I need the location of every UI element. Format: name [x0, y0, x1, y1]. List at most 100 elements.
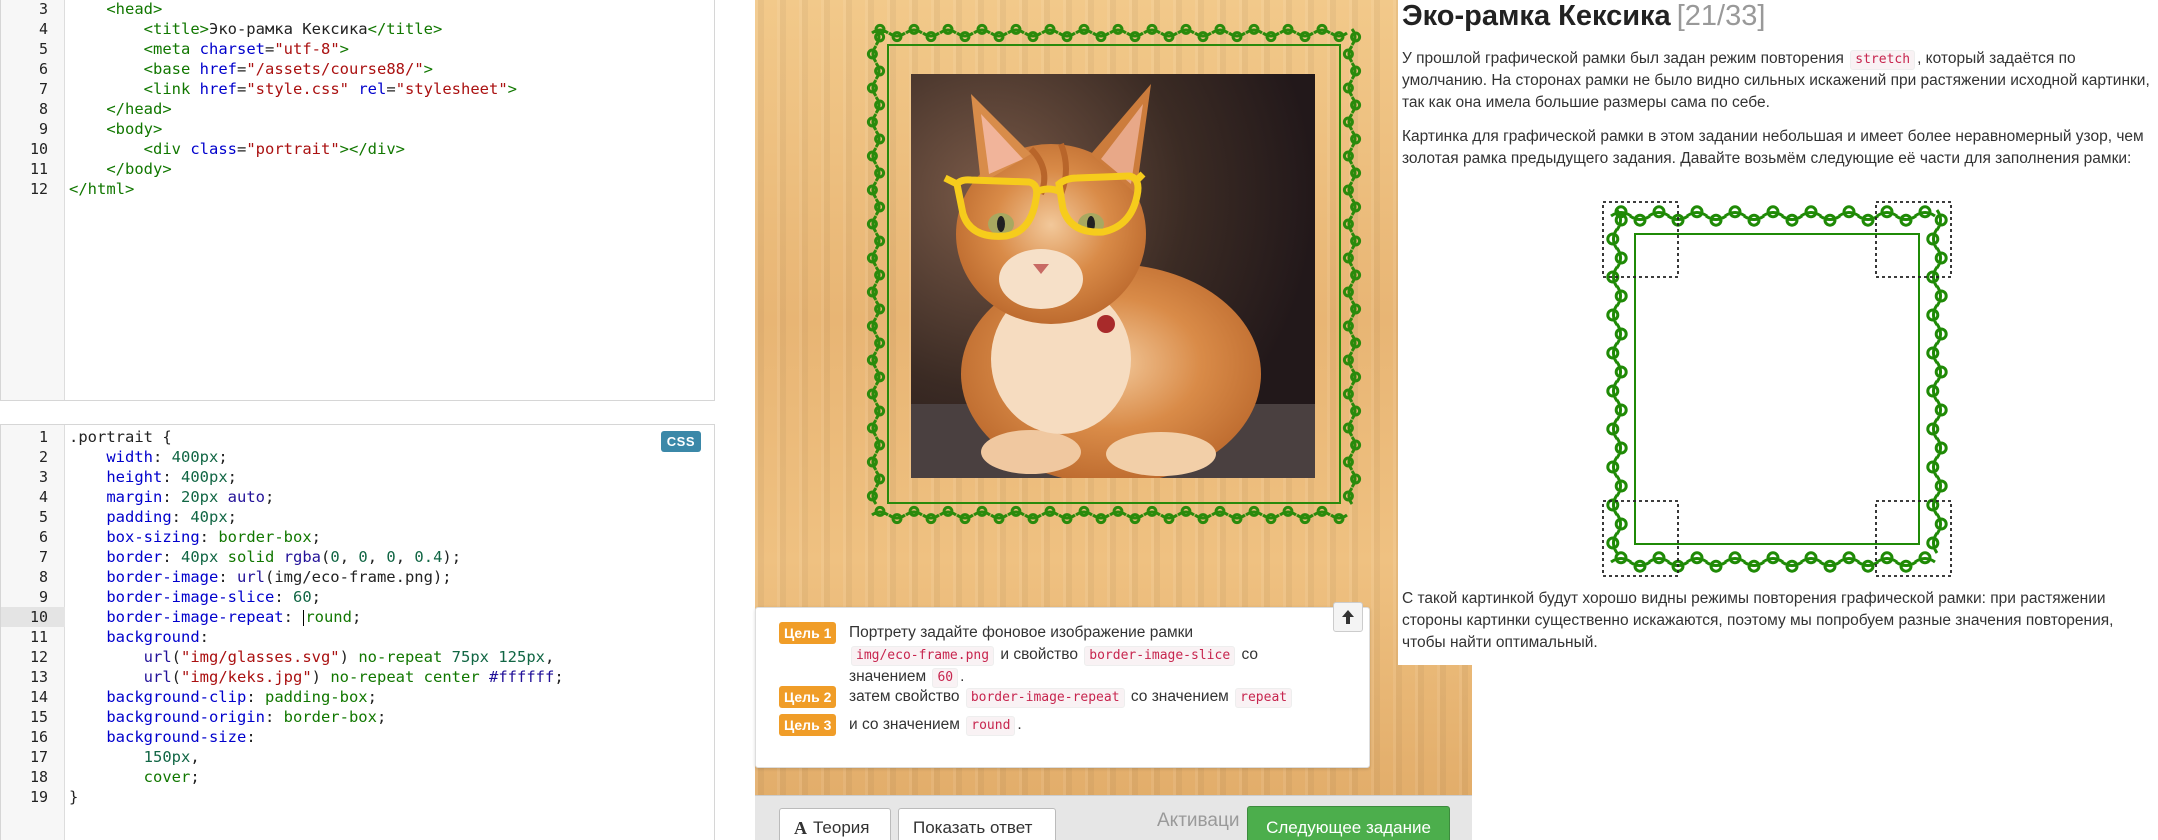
line-number: 7: [38, 548, 48, 566]
line-code[interactable]: <body>: [69, 119, 162, 139]
line-code[interactable]: width: 400px;: [69, 447, 227, 467]
goal-text: Портрету задайте фоновое изображение рам…: [849, 622, 1314, 688]
line-code[interactable]: </html>: [69, 179, 134, 199]
line-code[interactable]: border: 40px solid rgba(0, 0, 0, 0.4);: [69, 547, 461, 567]
line-code[interactable]: }: [69, 787, 78, 807]
line-code[interactable]: </head>: [69, 99, 171, 119]
line-code[interactable]: cover;: [69, 767, 200, 787]
code-line[interactable]: 5 padding: 40px;: [1, 507, 714, 527]
line-number: 18: [29, 768, 48, 786]
code-line[interactable]: 9 border-image-slice: 60;: [1, 587, 714, 607]
code-line[interactable]: 7 <link href="style.css" rel="stylesheet…: [1, 79, 714, 99]
line-number: 8: [38, 568, 48, 586]
lesson-counter: [21/33]: [1676, 0, 1766, 32]
line-code[interactable]: background-size:: [69, 727, 255, 747]
line-number: 3: [38, 468, 48, 486]
goal-code: repeat: [1235, 688, 1293, 708]
description-paragraph-1: У прошлой графической рамки был задан ре…: [1402, 48, 2154, 114]
line-number: 16: [29, 728, 48, 746]
lesson-title: Эко-рамка Кексика [21/33]: [1402, 0, 1765, 32]
code-line[interactable]: 10 <div class="portrait"></div>: [1, 139, 714, 159]
line-code[interactable]: url("img/glasses.svg") no-repeat 75px 12…: [69, 647, 555, 667]
goal-text: и со значением round.: [849, 714, 1314, 736]
code-line[interactable]: 6 box-sizing: border-box;: [1, 527, 714, 547]
line-number: 10: [1, 607, 65, 627]
code-line[interactable]: 5 <meta charset="utf-8">: [1, 39, 714, 59]
line-code[interactable]: box-sizing: border-box;: [69, 527, 321, 547]
line-number: 12: [29, 180, 48, 198]
line-code[interactable]: padding: 40px;: [69, 507, 237, 527]
line-code[interactable]: background-clip: padding-box;: [69, 687, 377, 707]
html-code-lines[interactable]: 3 <head> 4 <title>Эко-рамка Кексика</titl…: [1, 0, 714, 199]
code-line[interactable]: 9 <body>: [1, 119, 714, 139]
html-code-editor[interactable]: 3 <head> 4 <title>Эко-рамка Кексика</titl…: [0, 0, 715, 401]
line-code[interactable]: background-origin: border-box;: [69, 707, 386, 727]
next-task-button[interactable]: Следующее задание: [1247, 806, 1450, 840]
line-code[interactable]: </body>: [69, 159, 171, 179]
line-code[interactable]: border-image-slice: 60;: [69, 587, 321, 607]
code-line[interactable]: 12 </html>: [1, 179, 714, 199]
line-number: 19: [29, 788, 48, 806]
goal-code: img/eco-frame.png: [851, 646, 995, 666]
show-answer-label: Показать ответ: [913, 818, 1033, 837]
goal-code: border-image-repeat: [965, 688, 1125, 708]
code-line[interactable]: 10 border-image-repeat: round;: [1, 607, 714, 627]
code-line[interactable]: 6 <base href="/assets/course88/">: [1, 59, 714, 79]
theory-button[interactable]: A Теория: [779, 808, 891, 840]
line-number: 6: [38, 60, 48, 78]
line-number: 9: [38, 120, 48, 138]
code-line[interactable]: 11 </body>: [1, 159, 714, 179]
code-line[interactable]: 19}: [1, 787, 714, 807]
line-code[interactable]: <meta charset="utf-8">: [69, 39, 349, 59]
line-code[interactable]: <head>: [69, 0, 162, 19]
code-line[interactable]: 8 </head>: [1, 99, 714, 119]
code-line[interactable]: 16 background-size:: [1, 727, 714, 747]
line-code[interactable]: 150px,: [69, 747, 200, 767]
code-line[interactable]: 11 background:: [1, 627, 714, 647]
line-number: 1: [38, 428, 48, 446]
code-line[interactable]: 4 margin: 20px auto;: [1, 487, 714, 507]
code-line[interactable]: 15 background-origin: border-box;: [1, 707, 714, 727]
line-code[interactable]: <div class="portrait"></div>: [69, 139, 405, 159]
goal-text-part: и со значением: [849, 716, 965, 733]
code-line[interactable]: 8 border-image: url(img/eco-frame.png);: [1, 567, 714, 587]
line-code[interactable]: background:: [69, 627, 209, 647]
css-code-lines[interactable]: 1 .portrait {2 width: 400px; 3 height: 400…: [1, 427, 714, 807]
code-line[interactable]: 17 150px,: [1, 747, 714, 767]
code-line[interactable]: 3 height: 400px;: [1, 467, 714, 487]
code-line[interactable]: 14 background-clip: padding-box;: [1, 687, 714, 707]
line-number: 2: [38, 448, 48, 466]
line-number: 3: [38, 0, 48, 18]
line-code[interactable]: margin: 20px auto;: [69, 487, 274, 507]
arrow-up-icon: [1342, 610, 1354, 624]
code-line[interactable]: 1 .portrait {: [1, 427, 714, 447]
line-code[interactable]: height: 400px;: [69, 467, 237, 487]
line-number: 9: [38, 588, 48, 606]
lesson-title-text: Эко-рамка Кексика: [1402, 0, 1671, 32]
line-number: 4: [38, 488, 48, 506]
task-goals-panel: Цель 1 Портрету задайте фоновое изображен…: [755, 602, 1370, 768]
code-line[interactable]: 3 <head>: [1, 0, 714, 19]
line-code[interactable]: border-image-repeat: round;: [69, 607, 361, 627]
show-answer-button[interactable]: Показать ответ: [898, 808, 1056, 840]
code-line[interactable]: 7 border: 40px solid rgba(0, 0, 0, 0.4);: [1, 547, 714, 567]
code-line[interactable]: 4 <title>Эко-рамка Кексика</title>: [1, 19, 714, 39]
css-code-editor[interactable]: 1 .portrait {2 width: 400px; 3 height: 400…: [0, 424, 715, 840]
code-line[interactable]: 12 url("img/glasses.svg") no-repeat 75px…: [1, 647, 714, 667]
lesson-description: Эко-рамка Кексика [21/33] У прошлой графи…: [1398, 0, 2158, 665]
line-code[interactable]: border-image: url(img/eco-frame.png);: [69, 567, 451, 587]
line-code[interactable]: <base href="/assets/course88/">: [69, 59, 433, 79]
line-number: 6: [38, 528, 48, 546]
goal-code: border-image-slice: [1084, 646, 1236, 666]
code-line[interactable]: 18 cover;: [1, 767, 714, 787]
goal-text-part: и свойство: [996, 646, 1083, 663]
line-code[interactable]: .portrait {: [69, 427, 172, 447]
line-code[interactable]: url("img/keks.jpg") no-repeat center #ff…: [69, 667, 564, 687]
code-line[interactable]: 13 url("img/keks.jpg") no-repeat center …: [1, 667, 714, 687]
line-number: 15: [29, 708, 48, 726]
line-code[interactable]: <link href="style.css" rel="stylesheet">: [69, 79, 517, 99]
code-line[interactable]: 2 width: 400px;: [1, 447, 714, 467]
collapse-tasks-button[interactable]: [1333, 602, 1363, 632]
line-code[interactable]: <title>Эко-рамка Кексика</title>: [69, 19, 443, 39]
goal-badge: Цель 2: [779, 686, 837, 708]
